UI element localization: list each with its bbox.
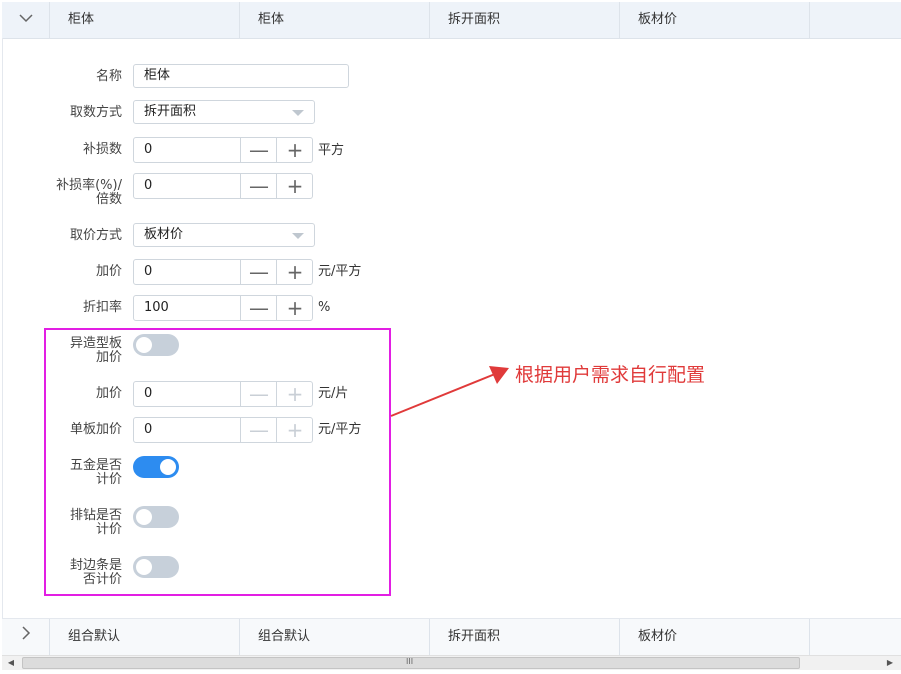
- piece-markup-stepper[interactable]: 0 — +: [133, 381, 313, 407]
- header-cell-name: 柜体: [50, 2, 240, 38]
- name-label: 名称: [95, 69, 122, 84]
- markup-stepper[interactable]: 0 — +: [133, 259, 313, 285]
- edge-pricing-label: 封边条是 否计价: [0, 559, 122, 587]
- hardware-pricing-label-line2: 计价: [95, 472, 122, 487]
- quantity-method-value: 拆开面积: [144, 104, 197, 119]
- plus-icon[interactable]: +: [276, 296, 313, 320]
- dropdown-arrow-icon: [292, 110, 304, 116]
- loss-amount-stepper[interactable]: 0 — +: [133, 137, 313, 163]
- plus-icon[interactable]: +: [276, 382, 313, 406]
- footer-cell-price-method: 板材价: [620, 619, 810, 655]
- footer-cell-name: 组合默认: [50, 619, 240, 655]
- single-board-markup-label: 单板加价: [69, 422, 122, 437]
- drilling-pricing-toggle[interactable]: [133, 506, 179, 528]
- header-cell-empty: [810, 2, 901, 38]
- toggle-knob: [136, 559, 152, 575]
- plus-icon[interactable]: +: [276, 418, 313, 442]
- edge-pricing-label-line1: 封边条是: [69, 558, 122, 573]
- loss-amount-unit: 平方: [318, 143, 345, 158]
- price-method-label: 取价方式: [69, 228, 122, 243]
- edge-pricing-label-line2: 否计价: [82, 572, 122, 587]
- toggle-knob: [136, 509, 152, 525]
- toggle-knob: [136, 337, 152, 353]
- drilling-pricing-label: 排钻是否 计价: [0, 509, 122, 537]
- drilling-pricing-label-line2: 计价: [95, 522, 122, 537]
- quantity-method-select[interactable]: 拆开面积: [133, 100, 315, 124]
- footer-cell-category: 组合默认: [240, 619, 430, 655]
- name-input[interactable]: 柜体: [133, 64, 349, 88]
- loss-amount-label: 补损数: [82, 142, 122, 157]
- minus-icon[interactable]: —: [240, 382, 277, 406]
- header-cell-quantity-method: 拆开面积: [430, 2, 620, 38]
- header-cell-category: 柜体: [240, 2, 430, 38]
- chevron-down-icon[interactable]: [2, 2, 50, 38]
- horizontal-scrollbar[interactable]: ◀ III ▶: [2, 655, 901, 670]
- footer-cell-quantity-method: 拆开面积: [430, 619, 620, 655]
- footer-cell-empty: [810, 619, 901, 655]
- loss-amount-value: 0: [144, 142, 153, 157]
- discount-value: 100: [144, 300, 169, 315]
- single-board-markup-unit: 元/平方: [318, 422, 362, 437]
- hardware-pricing-label-line1: 五金是否: [69, 458, 122, 473]
- group-row-combo-default[interactable]: 组合默认 组合默认 拆开面积 板材价: [2, 618, 901, 656]
- discount-label: 折扣率: [82, 300, 122, 315]
- loss-rate-value: 0: [144, 178, 153, 193]
- minus-icon[interactable]: —: [240, 418, 277, 442]
- chevron-right-icon[interactable]: [2, 619, 50, 655]
- discount-stepper[interactable]: 100 — +: [133, 295, 313, 321]
- special-board-markup-label-line2: 加价: [95, 350, 122, 365]
- loss-rate-label-line1: 补损率(%)/: [56, 178, 122, 193]
- special-board-markup-label: 异造型板 加价: [0, 337, 122, 365]
- markup-value: 0: [144, 264, 153, 279]
- loss-rate-stepper[interactable]: 0 — +: [133, 173, 313, 199]
- loss-rate-label-line2: 倍数: [95, 192, 122, 207]
- markup-unit: 元/平方: [318, 264, 362, 279]
- special-board-markup-toggle[interactable]: [133, 334, 179, 356]
- single-board-markup-value: 0: [144, 422, 153, 437]
- plus-icon[interactable]: +: [276, 174, 313, 198]
- scroll-left-icon[interactable]: ◀: [4, 657, 18, 669]
- minus-icon[interactable]: —: [240, 260, 277, 284]
- dropdown-arrow-icon: [292, 233, 304, 239]
- hardware-pricing-toggle[interactable]: [133, 456, 179, 478]
- special-board-markup-label-line1: 异造型板: [69, 336, 122, 351]
- loss-rate-label: 补损率(%)/ 倍数: [0, 179, 122, 207]
- plus-icon[interactable]: +: [276, 138, 313, 162]
- piece-markup-unit: 元/片: [318, 386, 349, 401]
- scroll-thumb[interactable]: III: [22, 657, 800, 669]
- plus-icon[interactable]: +: [276, 260, 313, 284]
- markup-label: 加价: [95, 264, 122, 279]
- annotation-arrow-icon: [390, 366, 509, 417]
- piece-markup-value: 0: [144, 386, 153, 401]
- minus-icon[interactable]: —: [240, 296, 277, 320]
- scroll-right-icon[interactable]: ▶: [883, 657, 897, 669]
- scroll-grip: III: [406, 657, 414, 666]
- quantity-method-label: 取数方式: [69, 105, 122, 120]
- header-cell-price-method: 板材价: [620, 2, 810, 38]
- hardware-pricing-label: 五金是否 计价: [0, 459, 122, 487]
- piece-markup-label: 加价: [95, 386, 122, 401]
- single-board-markup-stepper[interactable]: 0 — +: [133, 417, 313, 443]
- annotation-text: 根据用户需求自行配置: [515, 364, 706, 386]
- minus-icon[interactable]: —: [240, 174, 277, 198]
- discount-unit: %: [318, 300, 331, 315]
- edge-pricing-toggle[interactable]: [133, 556, 179, 578]
- price-method-value: 板材价: [144, 227, 184, 242]
- toggle-knob: [160, 459, 176, 475]
- price-method-select[interactable]: 板材价: [133, 223, 315, 247]
- group-row-cabinet[interactable]: 柜体 柜体 拆开面积 板材价: [2, 2, 901, 39]
- minus-icon[interactable]: —: [240, 138, 277, 162]
- drilling-pricing-label-line1: 排钻是否: [69, 508, 122, 523]
